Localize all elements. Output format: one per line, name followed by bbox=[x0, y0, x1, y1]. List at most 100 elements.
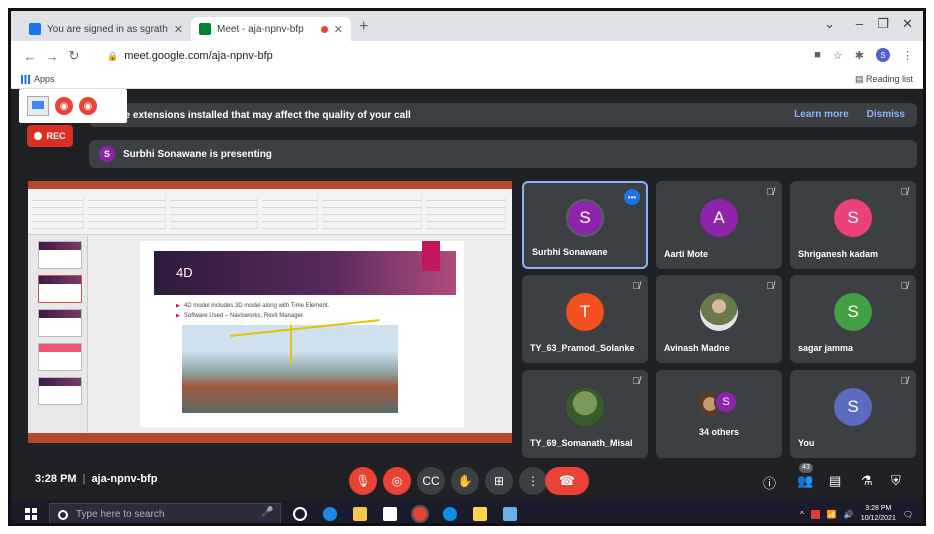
slide-bullet: Software Used – Navisworks, Revit Manage… bbox=[176, 313, 304, 319]
camera-in-use-icon[interactable]: ■ bbox=[814, 49, 821, 61]
meeting-info: 3:28 PM | aja-npnv-bfp bbox=[35, 473, 158, 485]
tray-datetime[interactable]: 3:28 PM 10/12/2021 bbox=[860, 504, 896, 523]
camera-toggle-button[interactable]: ◎ bbox=[383, 467, 411, 495]
mic-off-icon: 🎙̸ bbox=[766, 281, 775, 292]
close-tab-icon[interactable]: ✕ bbox=[174, 23, 183, 36]
close-window-button[interactable]: ✕ bbox=[902, 16, 913, 32]
bookmark-star-icon[interactable]: ☆ bbox=[833, 49, 843, 62]
profile-avatar[interactable]: S bbox=[876, 48, 890, 62]
slide-thumbnails bbox=[28, 235, 88, 433]
notes-icon[interactable] bbox=[473, 507, 487, 521]
raise-hand-button[interactable]: ✋ bbox=[451, 467, 479, 495]
meet-favicon-icon bbox=[199, 23, 211, 35]
participant-tile[interactable]: 🎙̸ Avinash Madne bbox=[656, 275, 782, 363]
taskbar-search[interactable]: Type here to search bbox=[49, 503, 281, 523]
participant-tile[interactable]: ••• S Surbhi Sonawane bbox=[522, 181, 648, 269]
people-icon[interactable]: 👥 bbox=[797, 473, 813, 489]
reading-list-button[interactable]: ▤ Reading list bbox=[855, 74, 913, 85]
avatar: S bbox=[834, 292, 872, 331]
screen-share-extension-icon[interactable] bbox=[27, 96, 49, 116]
edge-icon[interactable] bbox=[323, 507, 337, 521]
stop-extension-icon[interactable]: ◉ bbox=[79, 97, 97, 115]
present-now-button[interactable]: ⊞ bbox=[485, 467, 513, 495]
lock-icon: 🔒 bbox=[107, 50, 119, 61]
others-tile[interactable]: S 34 others bbox=[656, 370, 782, 458]
profile-photo-avatar bbox=[700, 292, 738, 331]
participant-tile[interactable]: 🎙̸ T TY_63_Pramod_Solanke bbox=[522, 275, 648, 363]
maximize-button[interactable]: ❐ bbox=[877, 16, 889, 32]
slide-thumbnail bbox=[38, 343, 82, 371]
tray-app-icon[interactable] bbox=[810, 509, 820, 519]
minimize-button[interactable]: – bbox=[856, 16, 863, 31]
participant-tile[interactable]: 🎙̸ S sagar jamma bbox=[790, 275, 916, 363]
chat-icon[interactable]: ▤ bbox=[829, 473, 841, 489]
dismiss-button[interactable]: Dismiss bbox=[867, 109, 905, 120]
volume-icon[interactable]: 🔊 bbox=[844, 510, 854, 519]
powerpoint-title-bar bbox=[28, 181, 512, 189]
search-placeholder: Type here to search bbox=[76, 509, 165, 520]
powerpoint-status-bar bbox=[28, 433, 512, 443]
participant-tile[interactable]: 🎙̸ A Aarti Mote bbox=[656, 181, 782, 269]
participant-tile[interactable]: 🎙̸ S Shriganesh kadam bbox=[790, 181, 916, 269]
presenting-text: Surbhi Sonawane is presenting bbox=[123, 148, 272, 160]
new-tab-button[interactable]: + bbox=[359, 18, 368, 36]
record-dot-icon bbox=[34, 132, 43, 140]
url-bar[interactable]: 🔒 meet.google.com/aja-npnv-bfp bbox=[99, 46, 839, 66]
self-tile[interactable]: 🎙̸ S You bbox=[790, 370, 916, 458]
address-toolbar: ← → ↻ 🔒 meet.google.com/aja-npnv-bfp ■ ☆… bbox=[11, 41, 923, 71]
meet-call-area: ◉ ◉ ve extensions installed that may aff… bbox=[11, 89, 923, 500]
tab-search-icon[interactable]: ⌄ bbox=[824, 16, 835, 32]
chrome-icon[interactable] bbox=[411, 505, 429, 523]
presenter-avatar: S bbox=[99, 146, 115, 162]
leave-call-button[interactable]: ☎ bbox=[545, 467, 589, 495]
extensions-puzzle-icon[interactable]: ✱ bbox=[855, 49, 864, 62]
mic-off-icon: 🎙̸ bbox=[900, 187, 909, 198]
microphone-icon[interactable]: 🎤 bbox=[261, 507, 273, 518]
mic-toggle-button[interactable]: 🎙 bbox=[349, 467, 377, 495]
app-icon[interactable] bbox=[503, 507, 517, 521]
network-icon[interactable]: 📶 bbox=[827, 510, 837, 519]
tray-date: 10/12/2021 bbox=[860, 515, 896, 522]
more-options-button[interactable]: ⋮ bbox=[519, 467, 547, 495]
menu-kebab-icon[interactable]: ⋮ bbox=[902, 49, 913, 62]
record-extension-icon[interactable]: ◉ bbox=[55, 97, 73, 115]
reload-button[interactable]: ↻ bbox=[63, 48, 85, 64]
recording-indicator-icon bbox=[320, 25, 328, 33]
banner-actions: Learn more Dismiss bbox=[794, 109, 905, 120]
notifications-icon[interactable]: 🗨 bbox=[903, 510, 913, 519]
tab-signed-in[interactable]: You are signed in as sgrathodcivil ✕ bbox=[21, 17, 191, 41]
participant-name: Avinash Madne bbox=[664, 343, 730, 353]
store-icon[interactable] bbox=[383, 507, 397, 521]
search-icon bbox=[58, 509, 68, 520]
file-explorer-icon[interactable] bbox=[353, 507, 367, 521]
edge-new-icon[interactable] bbox=[443, 507, 457, 521]
close-tab-icon[interactable]: ✕ bbox=[334, 23, 343, 36]
windows-start-icon[interactable] bbox=[25, 508, 37, 520]
participant-name: Surbhi Sonawane bbox=[532, 247, 608, 257]
mic-off-icon: 🎙̸ bbox=[632, 376, 641, 387]
people-count-badge: 43 bbox=[799, 463, 813, 473]
meeting-code: aja-npnv-bfp bbox=[91, 473, 158, 485]
reading-list-icon: ▤ bbox=[854, 74, 866, 84]
others-count: 34 others bbox=[698, 427, 740, 437]
activities-icon[interactable]: ⚗ bbox=[861, 473, 873, 489]
powerpoint-ribbon bbox=[28, 189, 512, 235]
tab-meet[interactable]: Meet - aja-npnv-bfp ✕ bbox=[191, 17, 351, 41]
host-controls-icon[interactable]: ⛨ bbox=[891, 473, 901, 489]
captions-button[interactable]: CC bbox=[417, 467, 445, 495]
banner-text: ve extensions installed that may affect … bbox=[119, 109, 411, 121]
meeting-details-icon[interactable]: ⓘ bbox=[763, 473, 776, 492]
apps-shortcut[interactable]: Apps bbox=[21, 74, 55, 84]
more-options-icon[interactable]: ••• bbox=[624, 189, 640, 205]
back-button[interactable]: ← bbox=[19, 49, 41, 64]
mic-off-icon: 🎙̸ bbox=[900, 281, 909, 292]
slide-canvas: 4D 4D model includes 3D model along with… bbox=[88, 235, 512, 433]
tray-chevron-icon[interactable]: ^ bbox=[800, 510, 804, 519]
cortana-icon[interactable] bbox=[293, 507, 307, 521]
reading-list-label: Reading list bbox=[865, 74, 913, 84]
participant-name: Shriganesh kadam bbox=[798, 249, 879, 259]
learn-more-link[interactable]: Learn more bbox=[794, 109, 848, 120]
forward-button[interactable]: → bbox=[41, 49, 63, 64]
participant-tile[interactable]: 🎙̸ TY_69_Somanath_Misal bbox=[522, 370, 648, 458]
avatar: S bbox=[566, 199, 604, 238]
